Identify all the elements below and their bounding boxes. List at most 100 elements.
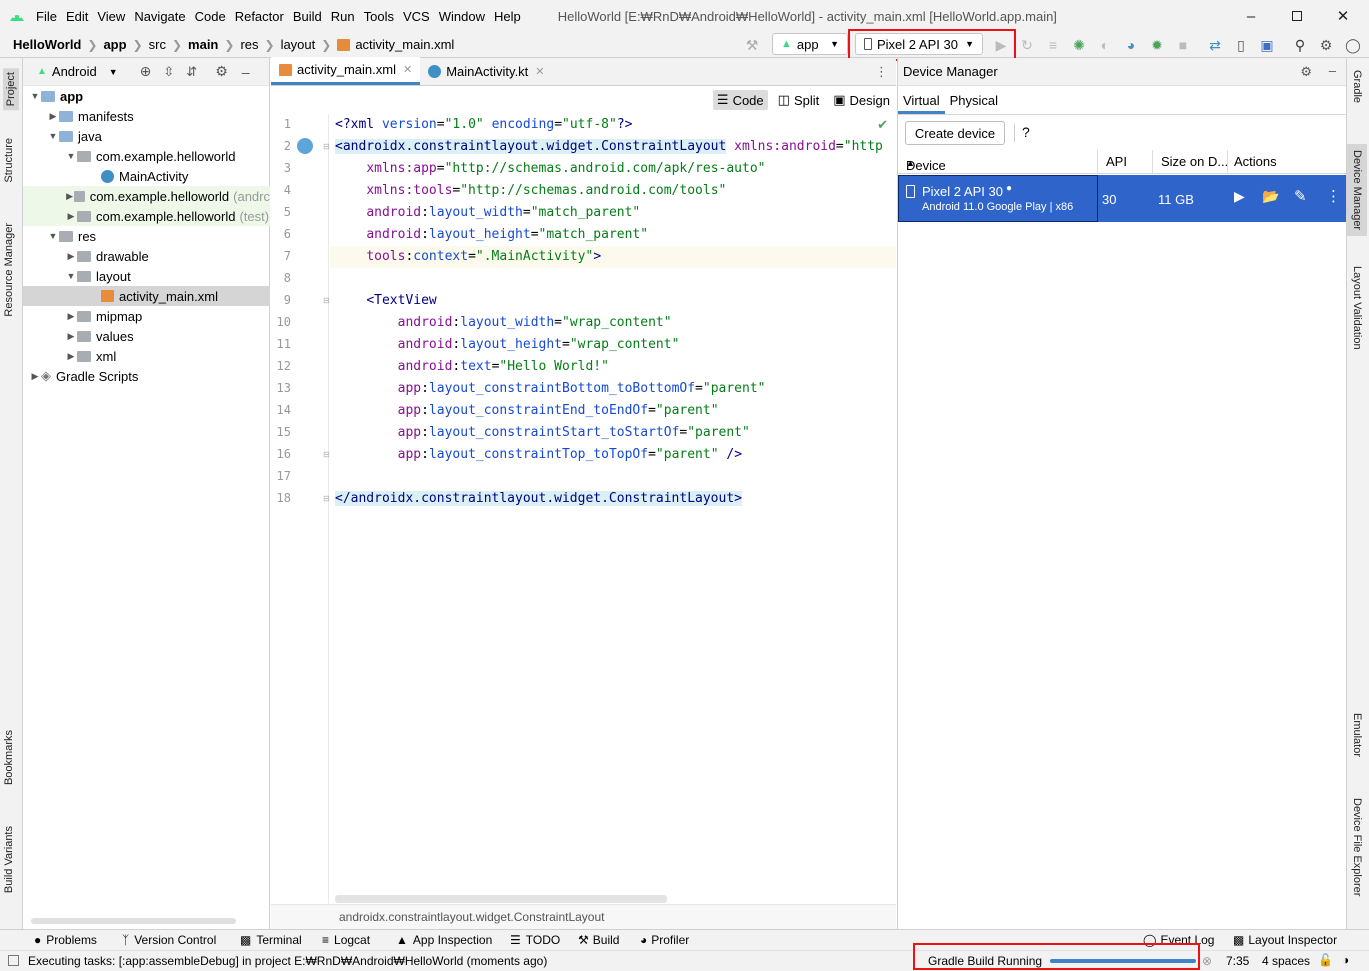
menu-refactor[interactable]: Refactor: [235, 9, 284, 24]
breadcrumb-layout[interactable]: layout: [281, 37, 316, 52]
horizontal-scrollbar[interactable]: [31, 918, 236, 924]
tab-physical[interactable]: Physical: [945, 93, 1003, 114]
editor-horizontal-scrollbar[interactable]: [335, 895, 667, 903]
breadcrumb-src[interactable]: src: [149, 37, 166, 52]
split-view-button[interactable]: ◫ Split: [774, 90, 824, 110]
more-actions-icon[interactable]: ⋮: [1326, 187, 1341, 205]
tool-tab-build-variants[interactable]: Build Variants: [3, 826, 15, 893]
tree-node-package[interactable]: ▼ com.example.helloworld: [23, 146, 270, 166]
menu-view[interactable]: View: [97, 9, 125, 24]
tab-mainactivity[interactable]: MainActivity.kt ✕: [420, 57, 552, 85]
tool-tab-bookmarks[interactable]: Bookmarks: [3, 730, 15, 785]
related-file-icon[interactable]: [297, 138, 313, 154]
bottom-tab-todo[interactable]: ☰ TODO: [510, 933, 560, 947]
create-device-button[interactable]: Create device: [905, 121, 1005, 145]
device-manager-icon[interactable]: ▯: [1231, 35, 1251, 55]
tree-node-drawable[interactable]: ▶ drawable: [23, 246, 270, 266]
breadcrumb-main[interactable]: main: [188, 37, 218, 52]
tree-node-manifests[interactable]: ▶ manifests: [23, 106, 270, 126]
menu-navigate[interactable]: Navigate: [134, 9, 185, 24]
bottom-tab-terminal[interactable]: ▩ Terminal: [240, 933, 302, 947]
fold-icon[interactable]: ⊟: [323, 494, 330, 503]
menu-help[interactable]: Help: [494, 9, 521, 24]
tool-tab-gradle[interactable]: Gradle: [1351, 70, 1363, 103]
tree-node-mipmap[interactable]: ▶ mipmap: [23, 306, 270, 326]
close-tab-icon[interactable]: ✕: [535, 65, 544, 78]
tab-activity-main[interactable]: activity_main.xml ✕: [271, 57, 421, 85]
coverage-icon[interactable]: ◐: [1095, 35, 1115, 55]
collapse-all-icon[interactable]: ⇵: [186, 64, 197, 80]
maximize-button[interactable]: [1274, 0, 1320, 32]
menu-tools[interactable]: Tools: [364, 9, 394, 24]
toggle-tool-windows-icon[interactable]: [8, 955, 19, 966]
menu-vcs[interactable]: VCS: [403, 9, 430, 24]
settings-icon[interactable]: ⚙: [1316, 35, 1336, 55]
more-tabs-icon[interactable]: ⋮: [875, 64, 888, 80]
column-actions[interactable]: Actions: [1234, 154, 1277, 169]
fold-icon[interactable]: ⊟: [323, 296, 330, 305]
account-icon[interactable]: ◯: [1343, 35, 1363, 55]
tree-node-values[interactable]: ▶ values: [23, 326, 270, 346]
close-window-button[interactable]: ✕: [1320, 0, 1366, 32]
help-icon[interactable]: ?: [1022, 124, 1030, 140]
cancel-process-icon[interactable]: ⊗: [1202, 954, 1212, 968]
unlock-icon[interactable]: 🔓: [1318, 953, 1333, 967]
breadcrumb-app[interactable]: app: [103, 37, 126, 52]
menu-window[interactable]: Window: [439, 9, 485, 24]
apply-code-changes-icon[interactable]: ≡: [1043, 35, 1063, 55]
code-view-button[interactable]: ☰ Code: [712, 90, 768, 110]
menu-file[interactable]: File: [36, 9, 57, 24]
tab-virtual[interactable]: Virtual: [898, 93, 945, 114]
tree-node-package-test[interactable]: ▶ com.example.helloworld (test): [23, 206, 270, 226]
launch-device-icon[interactable]: ▶: [1234, 188, 1245, 205]
menu-build[interactable]: Build: [293, 9, 322, 24]
design-view-button[interactable]: ▣ Design: [829, 90, 894, 110]
device-row[interactable]: Pixel 2 API 30 ● Android 11.0 Google Pla…: [898, 175, 1347, 222]
chevron-down-icon[interactable]: ▼: [109, 67, 118, 77]
fold-icon[interactable]: ⊟: [323, 142, 330, 151]
tool-tab-project[interactable]: Project: [3, 68, 19, 111]
tree-node-package-androidtest[interactable]: ▶ com.example.helloworld (andrc: [23, 186, 270, 206]
bottom-tab-version-control[interactable]: ᛉ Version Control: [122, 933, 216, 947]
attach-debugger-icon[interactable]: ✹: [1147, 35, 1167, 55]
apply-changes-icon[interactable]: ↻: [1017, 35, 1037, 55]
footer-tag-path[interactable]: androidx.constraintlayout.widget.Constra…: [339, 910, 605, 924]
tree-node-mainactivity[interactable]: MainActivity: [23, 166, 270, 186]
tool-tab-emulator[interactable]: Emulator: [1351, 713, 1363, 757]
gear-icon[interactable]: ⚙: [215, 63, 228, 80]
bottom-tab-problems[interactable]: ● Problems: [34, 933, 97, 947]
tree-node-activity-main[interactable]: activity_main.xml: [23, 286, 270, 306]
breadcrumb-file[interactable]: activity_main.xml: [337, 37, 454, 52]
search-icon[interactable]: ⚲: [1290, 35, 1310, 55]
breadcrumb-res[interactable]: res: [240, 37, 258, 52]
run-icon[interactable]: ▶: [991, 35, 1011, 55]
breadcrumb-project[interactable]: HelloWorld: [13, 37, 81, 52]
locate-icon[interactable]: ⊕: [140, 63, 152, 80]
run-config-select[interactable]: ▲ app ▼: [772, 33, 848, 55]
stop-icon[interactable]: ■: [1173, 35, 1193, 55]
profile-icon[interactable]: ◕: [1121, 35, 1141, 55]
close-tab-icon[interactable]: ✕: [403, 63, 412, 76]
minimize-button[interactable]: –: [1228, 0, 1274, 32]
bottom-tab-build[interactable]: ⚒ Build: [578, 933, 619, 947]
menu-code[interactable]: Code: [195, 9, 226, 24]
tree-node-app[interactable]: ▼ app: [23, 86, 270, 106]
column-api[interactable]: API: [1106, 154, 1127, 169]
tool-tab-layout-validation[interactable]: Layout Validation: [1351, 266, 1363, 350]
bottom-tab-logcat[interactable]: ≡ Logcat: [322, 933, 370, 947]
project-view-select[interactable]: Android: [52, 64, 97, 79]
tree-node-layout[interactable]: ▼ layout: [23, 266, 270, 286]
folder-open-icon[interactable]: 📂: [1262, 188, 1279, 205]
debug-icon[interactable]: ✺: [1069, 35, 1089, 55]
hammer-icon[interactable]: ⚒: [742, 35, 762, 55]
edit-icon[interactable]: ✎: [1294, 187, 1307, 205]
tree-node-java[interactable]: ▼ java: [23, 126, 270, 146]
tree-node-res[interactable]: ▼ res: [23, 226, 270, 246]
tree-node-gradle-scripts[interactable]: ▶ ◈ Gradle Scripts: [23, 366, 270, 386]
menu-edit[interactable]: Edit: [66, 9, 88, 24]
tool-tab-structure[interactable]: Structure: [3, 138, 15, 183]
hide-panel-icon[interactable]: –: [242, 64, 250, 80]
bottom-tab-app-inspection[interactable]: ▲ App Inspection: [396, 933, 492, 947]
tool-tab-device-manager[interactable]: Device Manager: [1347, 144, 1367, 237]
indent-setting[interactable]: 4 spaces: [1262, 954, 1310, 968]
